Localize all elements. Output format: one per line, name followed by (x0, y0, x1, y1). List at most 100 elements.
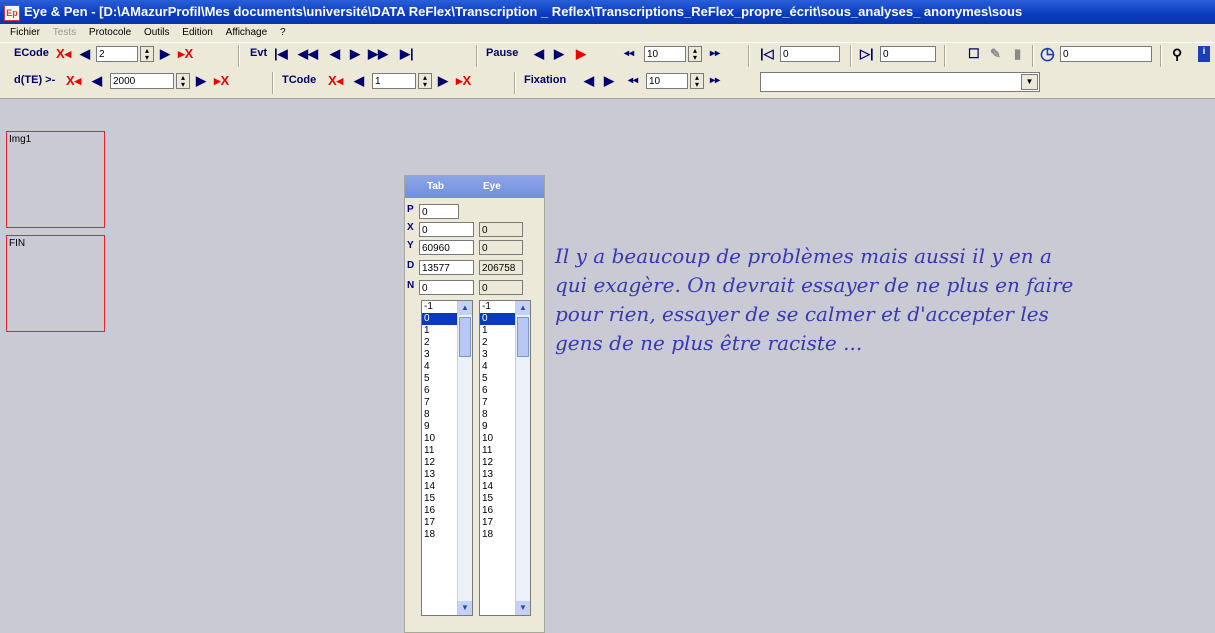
evt-prev-icon[interactable]: ◀ (330, 46, 340, 62)
tcode-label: TCode (282, 74, 317, 86)
tab-listbox[interactable]: -1 0 1 2 3 4 5 6 7 8 9 10 11 12 13 14 15 16 17 18 ▲ ▼ (421, 300, 473, 616)
d-tab-field[interactable]: 13577 (419, 260, 474, 275)
bar-icon[interactable]: ▮ (1014, 46, 1021, 62)
pause-step-forward-icon[interactable]: ▸▸ (710, 48, 720, 59)
evt-first-icon[interactable]: |◀ (274, 46, 288, 62)
fixation-step-back-icon[interactable]: ◂◂ (628, 75, 638, 86)
row-p: P 0 (405, 204, 544, 220)
ecode-field[interactable]: 2 (96, 46, 138, 62)
clock-icon[interactable]: ◷ (1040, 44, 1055, 64)
ecode-clear-icon[interactable]: ▸X (178, 46, 193, 62)
scroll-down-icon[interactable]: ▼ (516, 601, 530, 615)
evt-next-icon[interactable]: ▶ (350, 46, 360, 62)
event-combo-box[interactable] (760, 72, 1040, 92)
dte-next-icon[interactable]: ▶ (196, 73, 206, 89)
col-eye: Eye (483, 181, 501, 192)
tcode-clear-icon[interactable]: ▸X (456, 73, 471, 89)
y-tab-field[interactable]: 60960 (419, 240, 474, 255)
clock-field[interactable]: 0 (1060, 46, 1152, 62)
row-d: D 13577 206758 (405, 260, 544, 276)
menu-affichage[interactable]: Affichage (226, 27, 268, 38)
thumbnail-img1[interactable]: Img1 (6, 131, 105, 228)
goto-end-icon[interactable]: ▷| (860, 46, 874, 62)
eye-list-scrollbar[interactable]: ▲ ▼ (515, 301, 530, 615)
menu-tests[interactable]: Tests (53, 27, 76, 38)
window-title: Eye & Pen - [D:\AMazurProfil\Mes documen… (24, 4, 1023, 19)
pause-step-back-icon[interactable]: ◂◂ (624, 48, 634, 59)
dte-label: d(TE) >- (14, 74, 56, 86)
menu-bar: Fichier Tests Protocole Outils Edition A… (0, 24, 1215, 42)
ecode-spinner[interactable]: ▴ ▾ (140, 46, 154, 62)
scroll-down-icon[interactable]: ▼ (458, 601, 472, 615)
dte-clear-icon[interactable]: ▸X (214, 73, 229, 89)
ecode-next-icon[interactable]: ▶ (160, 46, 170, 62)
n-tab-field[interactable]: 0 (419, 280, 474, 295)
fixation-spinner[interactable]: ▴ ▾ (690, 73, 704, 89)
zoom-icon[interactable]: ⚲ (1172, 46, 1182, 63)
handwriting-canvas[interactable]: Il y a beaucoup de problèmes mais aussi … (555, 242, 1215, 358)
evt-rewind-icon[interactable]: ◀◀ (298, 46, 318, 62)
thumbnail-fin-label: FIN (9, 238, 26, 249)
pause-cursor-icon[interactable]: ▶ (576, 46, 586, 62)
fixation-field[interactable]: 10 (646, 73, 688, 89)
evt-last-icon[interactable]: ▶| (400, 46, 414, 62)
chevron-down-icon[interactable]: ▼ (1021, 74, 1038, 90)
tcode-next-icon[interactable]: ▶ (438, 73, 448, 89)
event-combo[interactable]: ▼ (760, 72, 1040, 114)
eye-listbox[interactable]: -1 0 1 2 3 4 5 6 7 8 9 10 11 12 13 14 15 16 17 18 ▲ ▼ (479, 300, 531, 616)
fixation-step-forward-icon[interactable]: ▸▸ (710, 75, 720, 86)
ecode-label: ECode (14, 47, 49, 59)
ecode-reset-icon[interactable]: X◂ (56, 46, 71, 62)
menu-protocole[interactable]: Protocole (89, 27, 131, 38)
x-eye-field: 0 (479, 222, 523, 237)
tab-eye-panel: Tab Eye P 0 X 0 0 Y 60960 0 D 13577 2067… (404, 175, 545, 633)
d-eye-field: 206758 (479, 260, 523, 275)
dte-prev-icon[interactable]: ◀ (92, 73, 102, 89)
menu-outils[interactable]: Outils (144, 27, 170, 38)
pause-label: Pause (486, 47, 519, 59)
tcode-reset-icon[interactable]: X◂ (328, 73, 343, 89)
scroll-thumb[interactable] (459, 317, 471, 357)
row-y: Y 60960 0 (405, 240, 544, 256)
menu-fichier[interactable]: Fichier (10, 27, 40, 38)
new-page-icon[interactable]: ☐ (968, 46, 980, 62)
panel-header: Tab Eye (405, 176, 544, 198)
app-icon: Ep (4, 5, 20, 21)
handwriting-line-1: Il y a beaucoup de problèmes mais aussi … (555, 244, 1052, 268)
pause-next-icon[interactable]: ▶ (554, 46, 564, 62)
pen-icon[interactable]: ✎ (990, 46, 1001, 62)
pause-spinner[interactable]: ▴ ▾ (688, 46, 702, 62)
start-field[interactable]: 0 (780, 46, 840, 62)
dte-reset-icon[interactable]: X◂ (66, 73, 81, 89)
tcode-spinner[interactable]: ▴ ▾ (418, 73, 432, 89)
tcode-prev-icon[interactable]: ◀ (354, 73, 364, 89)
pause-field[interactable]: 10 (644, 46, 686, 62)
col-tab: Tab (427, 181, 445, 192)
fixation-prev-icon[interactable]: ◀ (584, 73, 594, 89)
menu-edition[interactable]: Edition (182, 27, 213, 38)
pause-prev-icon[interactable]: ◀ (534, 46, 544, 62)
ecode-prev-icon[interactable]: ◀ (80, 46, 90, 62)
dte-field[interactable]: 2000 (110, 73, 174, 89)
dte-spinner[interactable]: ▴ ▾ (176, 73, 190, 89)
info-icon[interactable]: i (1198, 46, 1210, 62)
row-x: X 0 0 (405, 222, 544, 238)
x-tab-field[interactable]: 0 (419, 222, 474, 237)
handwriting-line-4: gens de ne plus être raciste ... (555, 331, 863, 355)
y-eye-field: 0 (479, 240, 523, 255)
menu-help[interactable]: ? (280, 27, 286, 38)
tcode-field[interactable]: 1 (372, 73, 416, 89)
goto-start-icon[interactable]: |◁ (760, 46, 774, 62)
scroll-up-icon[interactable]: ▲ (458, 301, 472, 315)
p-tab-field[interactable]: 0 (419, 204, 459, 219)
fixation-label: Fixation (524, 74, 567, 86)
toolbar-main: ECode X◂ ◀ 2 ▴ ▾ ▶ ▸X Evt |◀ ◀◀ ◀ ▶ ▶▶ ▶|… (0, 42, 1215, 71)
fixation-next-icon[interactable]: ▶ (604, 73, 614, 89)
scroll-up-icon[interactable]: ▲ (516, 301, 530, 315)
tab-list-scrollbar[interactable]: ▲ ▼ (457, 301, 472, 615)
evt-forward-icon[interactable]: ▶▶ (368, 46, 388, 62)
scroll-thumb[interactable] (517, 317, 529, 357)
end-field[interactable]: 0 (880, 46, 936, 62)
thumbnail-img1-label: Img1 (9, 134, 32, 145)
thumbnail-fin[interactable]: FIN (6, 235, 105, 332)
